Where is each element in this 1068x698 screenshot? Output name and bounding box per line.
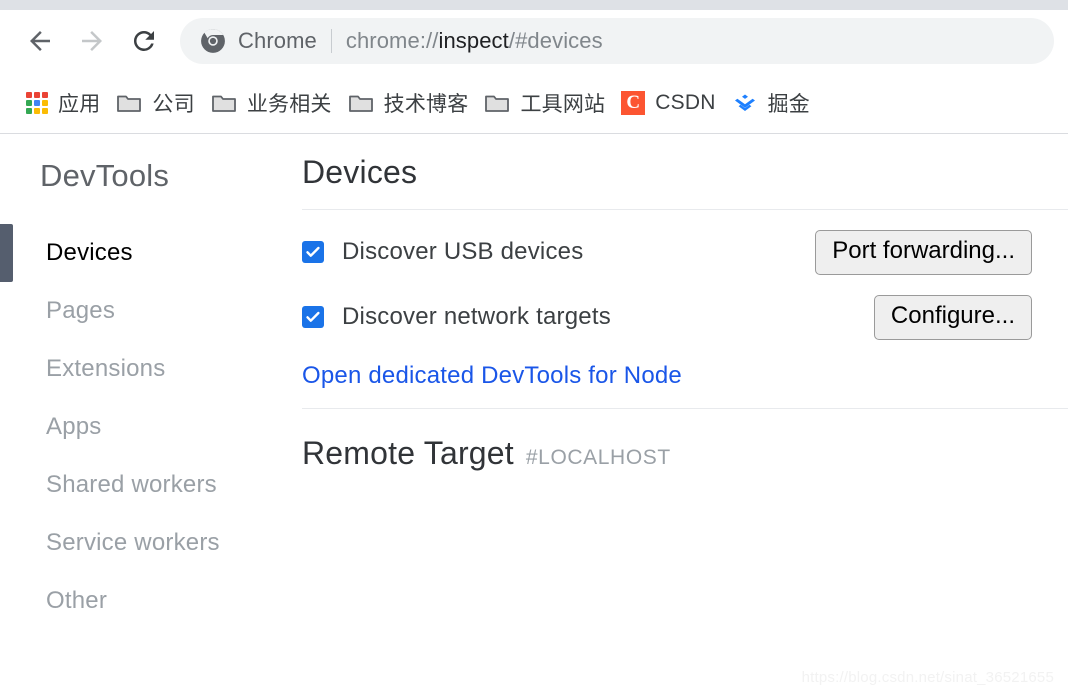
- bookmark-folder-business[interactable]: 业务相关: [203, 83, 340, 123]
- page-title: DevTools: [40, 158, 170, 193]
- watermark: https://blog.csdn.net/sinat_36521655: [801, 669, 1054, 686]
- bookmark-csdn[interactable]: C CSDN: [613, 83, 723, 123]
- sidebar-item-label: Service workers: [46, 529, 220, 556]
- bookmark-label: 应用: [58, 92, 101, 116]
- configure-button[interactable]: Configure...: [873, 294, 1032, 340]
- browser-window: Chrome chrome://inspect/#devices 应用 公司 业…: [0, 0, 1068, 698]
- discover-network-row: Discover network targets Configure...: [302, 294, 1068, 340]
- forward-arrow-icon: [82, 31, 102, 51]
- sidebar-item-label: Pages: [46, 297, 116, 324]
- remote-target-subtitle: #LOCALHOST: [525, 445, 671, 469]
- reload-icon: [133, 30, 154, 51]
- open-node-devtools-link[interactable]: Open dedicated DevTools for Node: [302, 362, 682, 390]
- discover-usb-label: Discover USB devices: [342, 238, 584, 266]
- bookmark-label: 业务相关: [246, 92, 332, 116]
- sidebar-item-other[interactable]: Other: [0, 572, 300, 630]
- discover-network-label: Discover network targets: [342, 303, 611, 331]
- bookmark-folder-techblog[interactable]: 技术博客: [340, 83, 477, 123]
- sidebar-item-label: Devices: [46, 239, 133, 266]
- browser-toolbar: Chrome chrome://inspect/#devices: [0, 10, 1068, 72]
- bookmark-juejin[interactable]: 掘金: [724, 83, 818, 123]
- sidebar-item-label: Apps: [46, 413, 102, 440]
- bookmark-folder-tools[interactable]: 工具网站: [476, 83, 613, 123]
- sidebar-item-label: Other: [46, 587, 108, 614]
- omnibox-chip-label: Chrome: [238, 28, 317, 53]
- discover-usb-row: Discover USB devices Port forwarding...: [302, 230, 1068, 275]
- omnibox-url-prefix: chrome://: [345, 28, 439, 53]
- bookmark-apps[interactable]: 应用: [18, 83, 108, 123]
- sidebar-item-extensions[interactable]: Extensions: [0, 340, 300, 398]
- folder-icon: [211, 95, 236, 112]
- forward-button[interactable]: [66, 15, 118, 67]
- sidebar-item-devices[interactable]: Devices: [0, 224, 300, 282]
- devtools-sidebar: DevTools Devices Pages Extensions Apps S…: [0, 134, 300, 698]
- bookmark-folder-company[interactable]: 公司: [108, 83, 202, 123]
- tab-strip: [0, 0, 1068, 10]
- omnibox-url: chrome://inspect/#devices: [346, 28, 603, 54]
- bookmark-label: CSDN: [655, 90, 716, 114]
- bookmark-label: 掘金: [767, 92, 810, 116]
- bookmark-label: 技术博客: [383, 92, 469, 116]
- port-forwarding-button[interactable]: Port forwarding...: [815, 230, 1032, 275]
- bookmark-label: 工具网站: [520, 92, 606, 116]
- back-button[interactable]: [14, 15, 66, 67]
- sidebar-item-apps[interactable]: Apps: [0, 398, 300, 456]
- selection-indicator: [0, 224, 13, 282]
- folder-icon: [485, 95, 510, 112]
- apps-grid-icon: [26, 91, 48, 114]
- omnibox-url-suffix: /#devices: [508, 28, 603, 53]
- bookmarks-bar: 应用 公司 业务相关 技术博客 工具网站 C CSDN 掘金: [0, 72, 1068, 134]
- remote-target-title: Remote Target: [302, 434, 514, 471]
- omnibox-separator: [330, 29, 332, 53]
- address-bar[interactable]: Chrome chrome://inspect/#devices: [180, 18, 1054, 64]
- devtools-inspect-page: DevTools Devices Pages Extensions Apps S…: [0, 134, 1068, 698]
- reload-button[interactable]: [118, 15, 170, 67]
- sidebar-item-service-workers[interactable]: Service workers: [0, 514, 300, 572]
- check-icon: [306, 247, 320, 258]
- sidebar-item-label: Extensions: [46, 355, 166, 382]
- bookmark-label: 公司: [152, 92, 195, 116]
- folder-icon: [117, 95, 142, 112]
- discover-network-checkbox[interactable]: [302, 306, 324, 329]
- discover-usb-checkbox[interactable]: [302, 241, 324, 264]
- sidebar-item-shared-workers[interactable]: Shared workers: [0, 456, 300, 514]
- sidebar-item-label: Shared workers: [46, 471, 217, 498]
- omnibox-url-highlight: inspect: [438, 28, 509, 53]
- divider: [302, 407, 1068, 409]
- sidebar-item-pages[interactable]: Pages: [0, 282, 300, 340]
- back-arrow-icon: [30, 31, 50, 51]
- csdn-icon: C: [621, 90, 646, 115]
- remote-target-header: Remote Target #LOCALHOST: [302, 435, 1068, 472]
- divider: [302, 209, 1068, 210]
- devtools-content: Devices Discover USB devices Port forwar…: [300, 134, 1068, 698]
- devices-heading: Devices: [302, 154, 418, 190]
- check-icon: [306, 312, 320, 323]
- juejin-icon: [734, 94, 755, 111]
- chrome-logo-icon: [200, 28, 226, 54]
- folder-icon: [348, 95, 373, 112]
